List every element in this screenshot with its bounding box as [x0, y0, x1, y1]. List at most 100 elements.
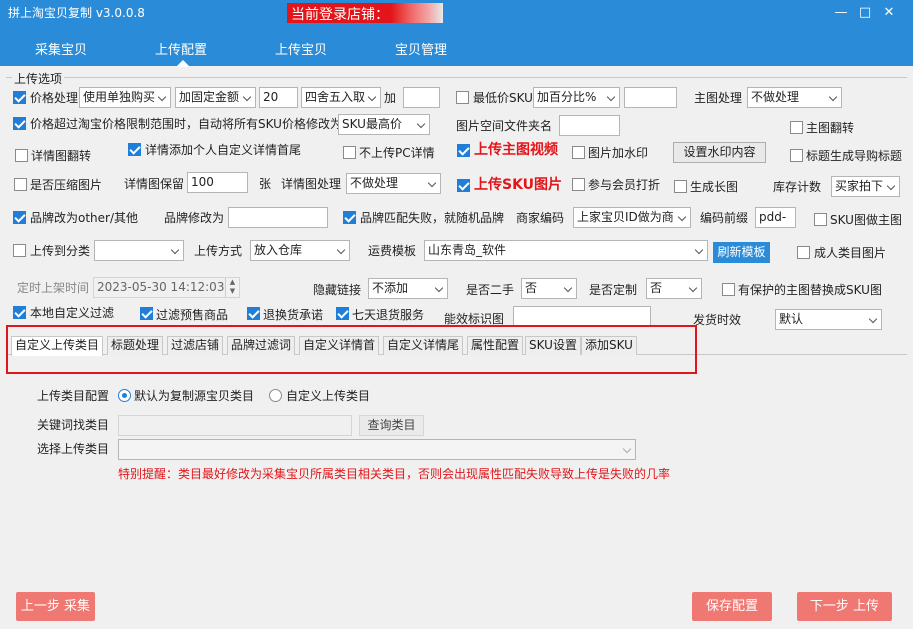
adult-category-label: 成人类目图片: [814, 246, 887, 260]
select-category-dropdown[interactable]: [118, 439, 636, 460]
code-prefix-input[interactable]: pdd-: [755, 207, 796, 228]
min-price-value-input[interactable]: [624, 87, 677, 108]
long-image-checkbox[interactable]: [674, 180, 687, 193]
upload-mode-select[interactable]: 放入仓库: [250, 240, 350, 261]
shipping-template-label: 运费模板: [368, 244, 417, 258]
guide-title-label: 标题生成导购标题: [806, 149, 903, 163]
sku-image-label: 上传SKU图片: [474, 177, 563, 193]
datetime-spinner-icon[interactable]: ▲ ▼: [225, 278, 239, 297]
tab-collect[interactable]: 采集宝贝: [35, 39, 87, 58]
tab-manage[interactable]: 宝贝管理: [395, 39, 447, 58]
compress-checkbox[interactable]: [14, 178, 27, 191]
refresh-template-button[interactable]: 刷新模板: [713, 242, 770, 263]
main-image-select[interactable]: 不做处理: [747, 87, 842, 108]
next-step-button[interactable]: 下一步 上传: [797, 592, 892, 621]
main-video-checkbox[interactable]: [457, 144, 470, 157]
sku-as-main-checkbox[interactable]: [814, 213, 827, 226]
detail-process-label: 详情图处理: [281, 177, 342, 191]
efficiency-icon-input[interactable]: [513, 306, 651, 327]
hidden-link-label: 隐藏链接: [313, 283, 362, 297]
category-config-label: 上传类目配置: [37, 389, 110, 403]
min-price-mode-select[interactable]: 加百分比%: [533, 87, 620, 108]
main-flip-label: 主图翻转: [806, 121, 855, 135]
brand-change-label: 品牌修改为: [164, 211, 225, 225]
main-flip-checkbox[interactable]: [790, 121, 803, 134]
price-process-checkbox[interactable]: [13, 91, 26, 104]
upload-category-checkbox[interactable]: [13, 244, 26, 257]
second-hand-select[interactable]: 否: [521, 278, 577, 299]
code-prefix-label: 编码前缀: [700, 211, 749, 225]
min-price-sku-label: 最低价SKU: [473, 91, 533, 105]
min-price-sku-checkbox[interactable]: [456, 91, 469, 104]
local-filter-label: 本地自定义过滤: [30, 306, 115, 320]
schedule-datetime-input[interactable]: 2023-05-30 14:12:03 ▲ ▼: [93, 277, 240, 298]
brand-match-checkbox[interactable]: [343, 211, 356, 224]
restore-icon[interactable]: □: [857, 5, 873, 21]
detail-keep-input[interactable]: 100: [187, 172, 248, 193]
shipping-template-select[interactable]: 山东青岛_软件: [424, 240, 708, 261]
minimize-icon[interactable]: —: [833, 5, 849, 21]
ship-time-select[interactable]: 默认: [775, 309, 882, 330]
brand-other-checkbox[interactable]: [13, 211, 26, 224]
search-category-button[interactable]: 查询类目: [359, 415, 424, 436]
customized-select[interactable]: 否: [646, 278, 702, 299]
long-image-label: 生成长图: [690, 180, 739, 194]
merchant-code-select[interactable]: 上家宝贝ID做为商: [573, 207, 691, 228]
no-pc-detail-checkbox[interactable]: [343, 146, 356, 159]
tab-upload[interactable]: 上传宝贝: [275, 39, 327, 58]
refund-promise-checkbox[interactable]: [247, 307, 260, 320]
seven-day-label: 七天退货服务: [352, 308, 425, 322]
limit-price-select[interactable]: SKU最高价: [338, 114, 430, 135]
watermark-settings-button[interactable]: 设置水印内容: [673, 142, 766, 163]
protected-main-checkbox[interactable]: [722, 283, 735, 296]
price-mode-select[interactable]: 使用单独购买: [79, 87, 171, 108]
category-default-radio[interactable]: [118, 389, 131, 402]
sku-as-main-label: SKU图做主图: [830, 213, 902, 227]
adult-category-checkbox[interactable]: [797, 246, 810, 259]
limit-price-checkbox[interactable]: [13, 117, 26, 130]
upload-category-select[interactable]: [94, 240, 184, 261]
stock-count-select[interactable]: 买家拍下: [831, 176, 900, 197]
price-adjust-select[interactable]: 加固定金额: [175, 87, 256, 108]
category-custom-radio[interactable]: [269, 389, 282, 402]
detail-process-select[interactable]: 不做处理: [346, 173, 441, 194]
save-config-button[interactable]: 保存配置: [692, 592, 772, 621]
local-filter-checkbox[interactable]: [13, 306, 26, 319]
group-divider: [6, 77, 907, 79]
keyword-input[interactable]: [118, 415, 352, 436]
sku-image-checkbox[interactable]: [457, 179, 470, 192]
hidden-link-select[interactable]: 不添加: [368, 278, 448, 299]
close-icon[interactable]: ✕: [881, 5, 897, 21]
guide-title-checkbox[interactable]: [790, 149, 803, 162]
upload-mode-label: 上传方式: [194, 244, 243, 258]
detail-custom-checkbox[interactable]: [128, 143, 141, 156]
schedule-datetime-value: 2023-05-30 14:12:03: [97, 280, 225, 294]
filter-presale-label: 过滤预售商品: [156, 308, 229, 322]
filter-presale-checkbox[interactable]: [140, 307, 153, 320]
member-discount-label: 参与会员打折: [588, 178, 661, 192]
member-discount-checkbox[interactable]: [572, 178, 585, 191]
rounding-select[interactable]: 四舍五入取: [301, 87, 381, 108]
detail-flip-checkbox[interactable]: [15, 149, 28, 162]
no-pc-detail-label: 不上传PC详情: [359, 146, 435, 160]
category-warning-text: 特别提醒：类目最好修改为采集宝贝所属类目相关类目，否则会出现属性匹配失败导致上传…: [118, 467, 671, 481]
active-tab-caret-icon: [176, 60, 190, 67]
plus-value-input[interactable]: [403, 87, 440, 108]
shop-name-redacted: [391, 3, 443, 23]
brand-change-input[interactable]: [228, 207, 328, 228]
watermark-label: 图片加水印: [588, 146, 649, 160]
select-category-label: 选择上传类目: [37, 442, 110, 456]
ship-time-label: 发货时效: [693, 313, 742, 327]
brand-match-label: 品牌匹配失败，就随机品牌: [360, 211, 505, 225]
watermark-checkbox[interactable]: [572, 146, 585, 159]
image-folder-input[interactable]: [559, 115, 620, 136]
keyword-label: 关键词找类目: [37, 418, 110, 432]
category-default-label: 默认为复制源宝贝类目: [134, 389, 255, 403]
price-amount-input[interactable]: 20: [259, 87, 298, 108]
seven-day-checkbox[interactable]: [336, 307, 349, 320]
prev-step-button[interactable]: 上一步 采集: [16, 592, 95, 621]
tab-upload-config[interactable]: 上传配置: [155, 39, 207, 58]
app-title: 拼上淘宝贝复制 v3.0.0.8: [8, 6, 145, 20]
main-video-label: 上传主图视频: [474, 142, 558, 158]
title-bar: 拼上淘宝贝复制 v3.0.0.8 当前登录店铺： — □ ✕ 采集宝贝 上传配置…: [0, 0, 913, 67]
